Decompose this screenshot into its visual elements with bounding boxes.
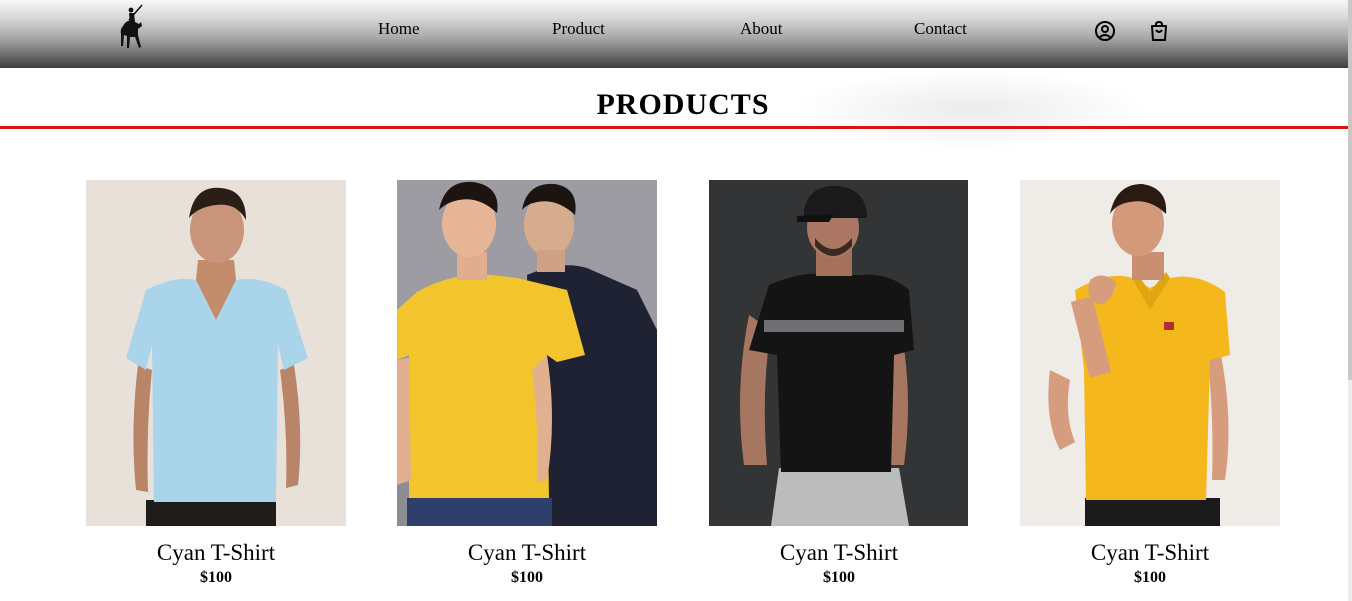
nav-about-link[interactable]: About [740, 19, 783, 39]
product-card[interactable]: Cyan T-Shirt $100 [397, 180, 657, 601]
product-image[interactable] [86, 180, 346, 526]
page-title: PRODUCTS [596, 88, 770, 121]
product-name[interactable]: Cyan T-Shirt [86, 540, 346, 566]
site-header: Home Product About Contact [0, 0, 1348, 68]
product-card[interactable]: Cyan T-Shirt $100 [709, 180, 969, 601]
product-name[interactable]: Cyan T-Shirt [709, 540, 969, 566]
product-photo-yellow-polo [1020, 180, 1280, 526]
scrollbar-thumb[interactable] [1348, 0, 1352, 380]
product-price: $100 [200, 569, 232, 586]
nav-product-link[interactable]: Product [552, 19, 605, 39]
product-card[interactable]: Cyan T-Shirt $100 [1020, 180, 1280, 601]
title-divider [0, 126, 1348, 129]
product-name[interactable]: Cyan T-Shirt [1020, 540, 1280, 566]
shopping-bag-icon[interactable] [1147, 19, 1171, 43]
product-image[interactable] [1020, 180, 1280, 526]
user-account-icon[interactable] [1093, 19, 1117, 43]
product-price: $100 [823, 569, 855, 586]
product-photo-yellow-navy-tshirts [397, 180, 657, 526]
nav-contact-link[interactable]: Contact [914, 19, 967, 39]
product-price: $100 [511, 569, 543, 586]
product-photo-black-tshirt [709, 180, 968, 526]
product-image[interactable] [397, 180, 657, 526]
product-name[interactable]: Cyan T-Shirt [397, 540, 657, 566]
nav-home-link[interactable]: Home [378, 19, 420, 39]
product-photo-light-blue-tshirt [86, 180, 346, 526]
product-card[interactable]: Cyan T-Shirt $100 [86, 180, 346, 601]
product-price: $100 [1134, 569, 1166, 586]
product-image[interactable] [709, 180, 969, 526]
polo-horse-logo-icon[interactable] [117, 2, 147, 54]
